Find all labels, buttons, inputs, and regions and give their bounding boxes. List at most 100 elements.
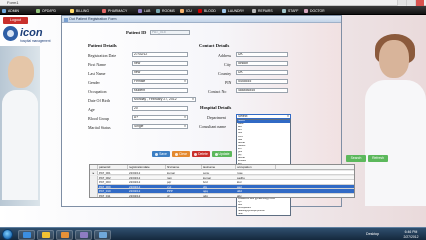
admin-icon bbox=[2, 9, 6, 13]
patient-id-field[interactable]: PAT_015 bbox=[150, 30, 190, 35]
hospital-logo-icon bbox=[3, 26, 18, 41]
address-label: Address bbox=[218, 53, 232, 58]
taskbar-visual-studio[interactable] bbox=[75, 229, 92, 240]
desktop-toolbar-label[interactable]: Desktop bbox=[366, 228, 379, 240]
registration-date-label: Registration Date bbox=[88, 53, 117, 58]
menu-opd-ipd[interactable]: OPD/IPD bbox=[36, 8, 56, 14]
pin-field[interactable]: 5445545 bbox=[236, 79, 288, 84]
taskbar-form-app[interactable] bbox=[94, 229, 111, 240]
department-value: Select bbox=[238, 114, 248, 118]
menu-pharmacy[interactable]: PHARMACY bbox=[102, 8, 127, 14]
grid-column-header[interactable]: occupation bbox=[236, 165, 276, 170]
registration-date-field[interactable]: 27/02/12 bbox=[132, 52, 188, 57]
menu-rooms[interactable]: ROOMS bbox=[156, 8, 175, 14]
start-button[interactable] bbox=[2, 229, 13, 240]
logo-text: icon bbox=[20, 27, 43, 39]
taskbar-explorer[interactable] bbox=[37, 229, 54, 240]
grid-column-header[interactable]: firstname bbox=[166, 165, 202, 170]
clear-button[interactable]: Clear bbox=[172, 151, 190, 157]
taskbar-media[interactable] bbox=[56, 229, 73, 240]
doctor-face bbox=[379, 40, 409, 78]
contact-details-heading: Contact Details bbox=[199, 43, 230, 48]
marital-status-value: Single bbox=[134, 124, 144, 128]
clock-date: 2/27/2012 bbox=[403, 234, 419, 239]
age-field[interactable]: 20 bbox=[132, 106, 188, 111]
table-cell: gf bbox=[167, 194, 170, 198]
update-button[interactable]: Update bbox=[212, 151, 232, 157]
last-name-label: Last Name bbox=[88, 71, 106, 76]
update-icon bbox=[214, 152, 218, 156]
save-button[interactable]: Save bbox=[152, 151, 170, 157]
doctor-photo-left bbox=[0, 46, 40, 206]
menu-billing[interactable]: BILLING bbox=[70, 8, 89, 14]
pin-label: PIN bbox=[225, 80, 232, 85]
last-name-field[interactable]: new bbox=[132, 70, 188, 75]
grid-corner-cell bbox=[90, 165, 98, 170]
marital-status-label: Marital Status bbox=[88, 125, 111, 130]
occupation-field[interactable]: student bbox=[132, 88, 188, 93]
contact-no-field[interactable]: 488456845 bbox=[236, 88, 288, 93]
blood-icon bbox=[198, 9, 202, 13]
search-button[interactable]: Search bbox=[346, 155, 366, 162]
application-icon bbox=[99, 232, 107, 238]
chevron-down-icon: ▾ bbox=[192, 97, 194, 101]
blood-group-dropdown[interactable]: A+ ▾ bbox=[132, 115, 188, 120]
gender-dropdown[interactable]: Female ▾ bbox=[132, 79, 188, 84]
lab-icon bbox=[138, 9, 142, 13]
taskbar-ie[interactable] bbox=[18, 229, 35, 240]
grid-column-header[interactable]: lastname bbox=[202, 165, 236, 170]
menu-laundry[interactable]: LAUNDRY bbox=[222, 8, 244, 14]
grid-column-header[interactable]: registrationdate bbox=[128, 165, 166, 170]
doctor-coat bbox=[365, 80, 426, 206]
visual-studio-icon bbox=[80, 232, 88, 238]
form-window-icon bbox=[64, 17, 68, 22]
menu-staff[interactable]: STAFF bbox=[282, 8, 298, 14]
date-of-birth-value: Monday , February 27, 2012 bbox=[134, 97, 177, 101]
grid-column-header[interactable]: patientid bbox=[98, 165, 128, 170]
date-of-birth-picker[interactable]: Monday , February 27, 2012 ▾ bbox=[132, 97, 196, 102]
menu-repairs-label: REPAIRS bbox=[258, 9, 273, 13]
repairs-icon bbox=[252, 9, 256, 13]
menu-laundry-label: LAUNDRY bbox=[228, 9, 245, 13]
table-cell: 22/02/12 bbox=[129, 194, 141, 198]
table-cell: abc bbox=[237, 194, 242, 198]
menu-doctor[interactable]: DOCTOR bbox=[304, 8, 325, 14]
city-field[interactable]: london bbox=[236, 61, 288, 66]
country-field[interactable]: UK bbox=[236, 70, 288, 75]
doctor-icon bbox=[304, 9, 308, 13]
address-field[interactable]: UK bbox=[236, 52, 288, 57]
gender-value: Female bbox=[134, 79, 146, 83]
clear-label: Clear bbox=[178, 152, 188, 156]
pharmacy-icon bbox=[102, 9, 106, 13]
logout-button[interactable]: Logout bbox=[3, 17, 28, 24]
delete-icon bbox=[194, 152, 198, 156]
staff-icon bbox=[282, 9, 286, 13]
blood-group-value: A+ bbox=[134, 115, 139, 119]
patients-grid[interactable]: patientid registrationdate firstname lastna… bbox=[89, 164, 355, 198]
menu-blood-label: BLOOD bbox=[204, 9, 216, 13]
consultant-name-label: Consultant name bbox=[199, 124, 226, 129]
blood-group-label: Blood Group bbox=[88, 116, 109, 121]
refresh-button[interactable]: Refresh bbox=[368, 155, 388, 162]
system-clock[interactable]: 6:46 PM 2/27/2012 bbox=[398, 230, 424, 239]
grid-header-row: patientid registrationdate firstname lastna… bbox=[90, 165, 354, 170]
row-selector[interactable] bbox=[90, 194, 98, 197]
billing-icon bbox=[70, 9, 74, 13]
media-player-icon bbox=[61, 232, 69, 238]
first-name-field[interactable]: new bbox=[132, 61, 188, 66]
menu-admin[interactable]: ADMIN bbox=[2, 8, 19, 14]
menu-icu-label: ICU bbox=[186, 9, 192, 13]
menu-blood[interactable]: BLOOD bbox=[198, 8, 216, 14]
chevron-down-icon: ▾ bbox=[184, 115, 186, 119]
table-cell: PAT_011 bbox=[99, 194, 111, 198]
delete-button[interactable]: Delete bbox=[192, 151, 210, 157]
table-row[interactable]: PAT_011 22/02/12 gf gdg abc bbox=[90, 194, 354, 198]
menu-staff-label: STAFF bbox=[288, 9, 299, 13]
registration-form-window: Out Patient Registration Form Patient ID… bbox=[61, 15, 355, 216]
table-cell: gdg bbox=[203, 194, 208, 198]
marital-status-dropdown[interactable]: Single ▾ bbox=[132, 124, 188, 129]
menu-icu[interactable]: ICU bbox=[180, 8, 192, 14]
menu-lab[interactable]: LAB bbox=[138, 8, 150, 14]
menu-repairs[interactable]: REPAIRS bbox=[252, 8, 273, 14]
department-option[interactable]: new bbox=[237, 213, 290, 216]
